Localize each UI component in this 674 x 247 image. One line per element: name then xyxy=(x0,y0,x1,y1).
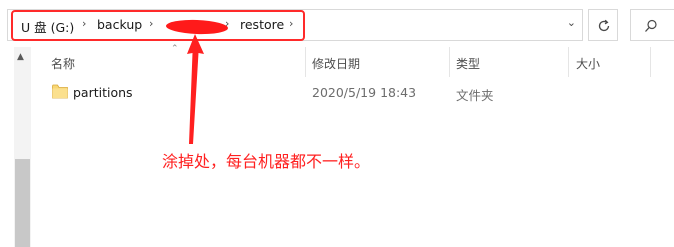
annotation-text: 涂掉处，每台机器都不一样。 xyxy=(162,152,371,171)
chevron-down-icon[interactable]: ⌄ xyxy=(567,16,576,29)
file-type: 文件夹 xyxy=(456,88,494,103)
column-header-modified[interactable]: 修改日期 xyxy=(312,55,360,72)
search-input[interactable] xyxy=(630,9,674,41)
scroll-up-arrow-icon[interactable]: ▲ xyxy=(17,52,24,62)
scrollbar-thumb[interactable] xyxy=(15,159,30,247)
search-icon xyxy=(645,19,657,32)
column-divider[interactable] xyxy=(650,47,651,77)
file-modified: 2020/5/19 18:43 xyxy=(312,85,417,100)
column-header-name[interactable]: 名称 xyxy=(51,55,75,72)
annotation-arrow xyxy=(187,34,204,144)
folder-icon xyxy=(52,84,68,99)
file-name[interactable]: partitions xyxy=(73,85,133,100)
column-header-type[interactable]: 类型 xyxy=(456,55,480,72)
refresh-button[interactable] xyxy=(588,9,618,41)
column-header-size[interactable]: 大小 xyxy=(576,55,600,72)
annotation-highlight-box xyxy=(11,10,305,41)
column-divider[interactable] xyxy=(568,47,569,77)
refresh-icon xyxy=(598,19,610,32)
column-divider[interactable] xyxy=(449,47,450,77)
column-divider[interactable] xyxy=(305,47,306,77)
